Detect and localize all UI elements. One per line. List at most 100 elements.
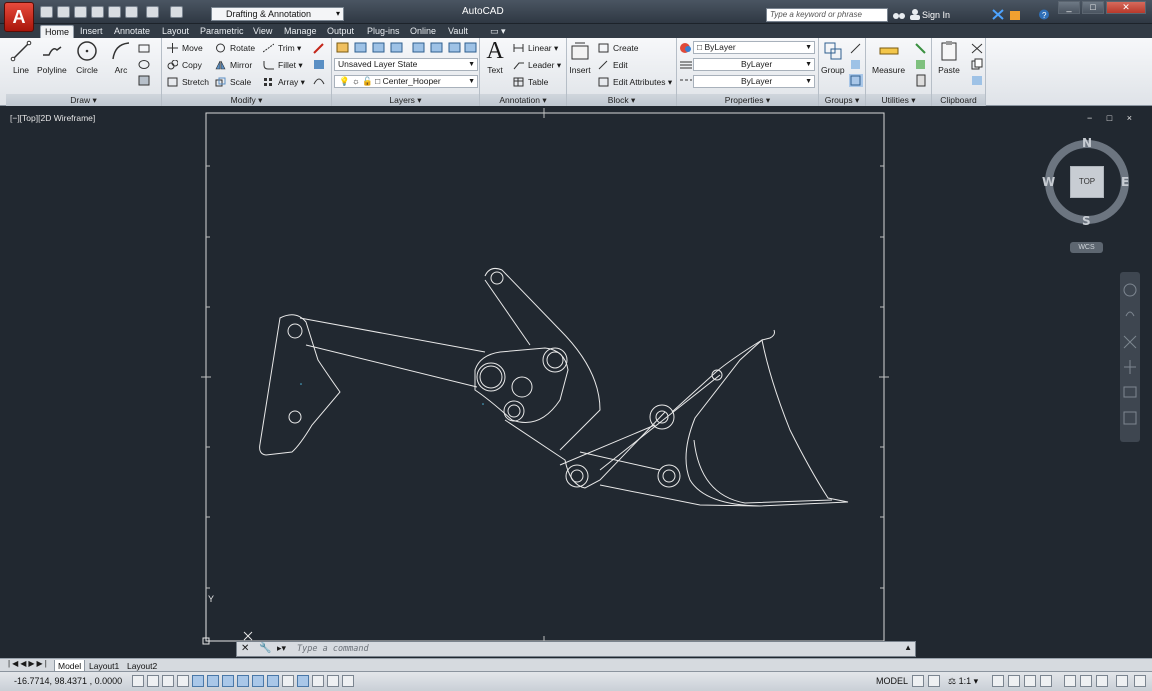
match-icon[interactable]: [970, 74, 984, 87]
quick-properties-icon[interactable]: [312, 675, 324, 687]
print-icon[interactable]: [125, 6, 138, 18]
wcs-menu[interactable]: WCS: [1070, 242, 1103, 253]
help-icon[interactable]: ?: [1038, 9, 1050, 20]
quick-view-layouts-icon[interactable]: [912, 675, 924, 687]
tab-home[interactable]: Home: [40, 25, 75, 38]
layer-icon[interactable]: [412, 41, 426, 54]
polyline-button[interactable]: Polyline: [37, 40, 67, 75]
measure-button[interactable]: Measure: [872, 40, 905, 75]
leader-button[interactable]: Leader ▾: [512, 58, 561, 72]
close-button[interactable]: ✕: [1106, 1, 1146, 14]
save-as-icon[interactable]: [91, 6, 104, 18]
object-snap-icon[interactable]: [207, 675, 219, 687]
workspace-dropdown[interactable]: Drafting & Annotation ▾: [211, 7, 344, 21]
compass-east[interactable]: E: [1121, 175, 1129, 189]
table-button[interactable]: Table: [512, 75, 548, 89]
modify-panel-title[interactable]: Modify ▾: [162, 94, 331, 106]
layer-state-dropdown[interactable]: Unsaved Layer State ▼: [334, 58, 478, 71]
scale-button[interactable]: Scale: [214, 75, 251, 89]
exchange-icon[interactable]: [992, 9, 1004, 20]
offset-icon[interactable]: [312, 74, 326, 87]
rectangle-icon[interactable]: [137, 42, 151, 55]
layer-properties-icon[interactable]: [336, 41, 350, 54]
move-button[interactable]: Move: [166, 41, 203, 55]
linear-button[interactable]: Linear ▾: [512, 41, 558, 55]
insert-button[interactable]: Insert: [569, 40, 591, 75]
fillet-button[interactable]: Fillet ▾: [262, 58, 303, 72]
linetype-icon[interactable]: [679, 74, 693, 87]
circle-button[interactable]: Circle: [76, 40, 98, 75]
layer-dropdown[interactable]: 💡 ☼ 🔓 □ Center_Hooper ▼: [334, 75, 478, 88]
clean-screen-icon[interactable]: [1134, 675, 1146, 687]
utilities-panel-title[interactable]: Utilities ▾: [866, 94, 931, 106]
copy-clip-icon[interactable]: [970, 58, 984, 71]
lineweight-icon[interactable]: [282, 675, 294, 687]
text-button[interactable]: A Text: [484, 39, 506, 75]
linetype-icon[interactable]: [679, 58, 693, 71]
snap-mode-icon[interactable]: [147, 675, 159, 687]
search-input[interactable]: Type a keyword or phrase: [766, 8, 888, 22]
cut-icon[interactable]: [970, 42, 984, 55]
tab-manage[interactable]: Manage: [280, 25, 321, 38]
minimize-button[interactable]: _: [1058, 1, 1080, 14]
viewport-controls[interactable]: − □ ×: [1087, 113, 1138, 123]
model-space-toggle[interactable]: MODEL: [876, 676, 908, 686]
linetype-dropdown[interactable]: ByLayer ▼: [693, 75, 815, 88]
tab-parametric[interactable]: Parametric: [196, 25, 248, 38]
maximize-button[interactable]: □: [1082, 1, 1104, 14]
paste-button[interactable]: Paste: [938, 40, 960, 75]
viewport-label[interactable]: [−][Top][2D Wireframe]: [10, 113, 95, 123]
tab-insert[interactable]: Insert: [76, 25, 107, 38]
line-button[interactable]: Line: [10, 40, 32, 75]
tab-layout[interactable]: Layout: [158, 25, 193, 38]
tab-output[interactable]: Output: [323, 25, 358, 38]
object-snap-tracking-icon[interactable]: [237, 675, 249, 687]
isolate-objects-icon[interactable]: [1080, 675, 1092, 687]
match-properties-icon[interactable]: [679, 42, 693, 55]
command-input[interactable]: Type a command: [297, 644, 369, 654]
workspace-switching-icon[interactable]: [1024, 675, 1036, 687]
command-line[interactable]: ✕ 🔧 ▸▾ Type a command ▲: [236, 641, 916, 657]
clipboard-panel-title[interactable]: Clipboard: [932, 94, 985, 106]
quick-select-icon[interactable]: [914, 42, 928, 55]
selection-cycling-icon[interactable]: [327, 675, 339, 687]
status-menu-icon[interactable]: [1116, 675, 1128, 687]
properties-panel-title[interactable]: Properties ▾: [677, 94, 818, 106]
compass-south[interactable]: S: [1082, 214, 1091, 228]
lightbulb-icon[interactable]: [1096, 675, 1108, 687]
explode-icon[interactable]: [312, 58, 326, 71]
sign-in-button[interactable]: Sign In: [922, 10, 950, 20]
edit-attributes-button[interactable]: Edit Attributes ▾: [597, 75, 672, 89]
group-button[interactable]: Group: [821, 40, 845, 75]
stay-connected-icon[interactable]: [1009, 9, 1021, 20]
open-file-icon[interactable]: [57, 6, 70, 18]
stretch-button[interactable]: Stretch: [166, 75, 209, 89]
layer-icon[interactable]: [430, 41, 444, 54]
layer-icon[interactable]: [448, 41, 462, 54]
3d-object-snap-icon[interactable]: [222, 675, 234, 687]
grid-display-icon[interactable]: [162, 675, 174, 687]
toolbar-lock-icon[interactable]: [1040, 675, 1052, 687]
dynamic-input-icon[interactable]: [267, 675, 279, 687]
ungroup-icon[interactable]: [849, 42, 863, 55]
close-icon[interactable]: ✕: [241, 643, 249, 654]
redo-icon[interactable]: [170, 6, 183, 18]
annotation-panel-title[interactable]: Annotation ▾: [480, 94, 566, 106]
tab-plug-ins[interactable]: Plug-ins: [363, 25, 404, 38]
arc-button[interactable]: Arc: [110, 40, 132, 75]
tab-online[interactable]: Online: [406, 25, 440, 38]
annotation-scale[interactable]: ⚖ 1:1 ▾: [948, 676, 978, 687]
compass-west[interactable]: W: [1042, 175, 1055, 189]
array-button[interactable]: Array ▾: [262, 75, 305, 89]
polar-tracking-icon[interactable]: [192, 675, 204, 687]
layer-icon[interactable]: [372, 41, 386, 54]
save-icon[interactable]: [74, 6, 87, 18]
tab-annotate[interactable]: Annotate: [110, 25, 154, 38]
compass-north[interactable]: N: [1082, 136, 1092, 150]
annotation-visibility-icon[interactable]: [992, 675, 1004, 687]
hatch-icon[interactable]: [137, 58, 151, 71]
groups-panel-title[interactable]: Groups ▾: [819, 94, 865, 106]
layer-icon[interactable]: [354, 41, 368, 54]
tab-view[interactable]: View: [249, 25, 276, 38]
wrench-icon[interactable]: 🔧: [259, 643, 271, 654]
